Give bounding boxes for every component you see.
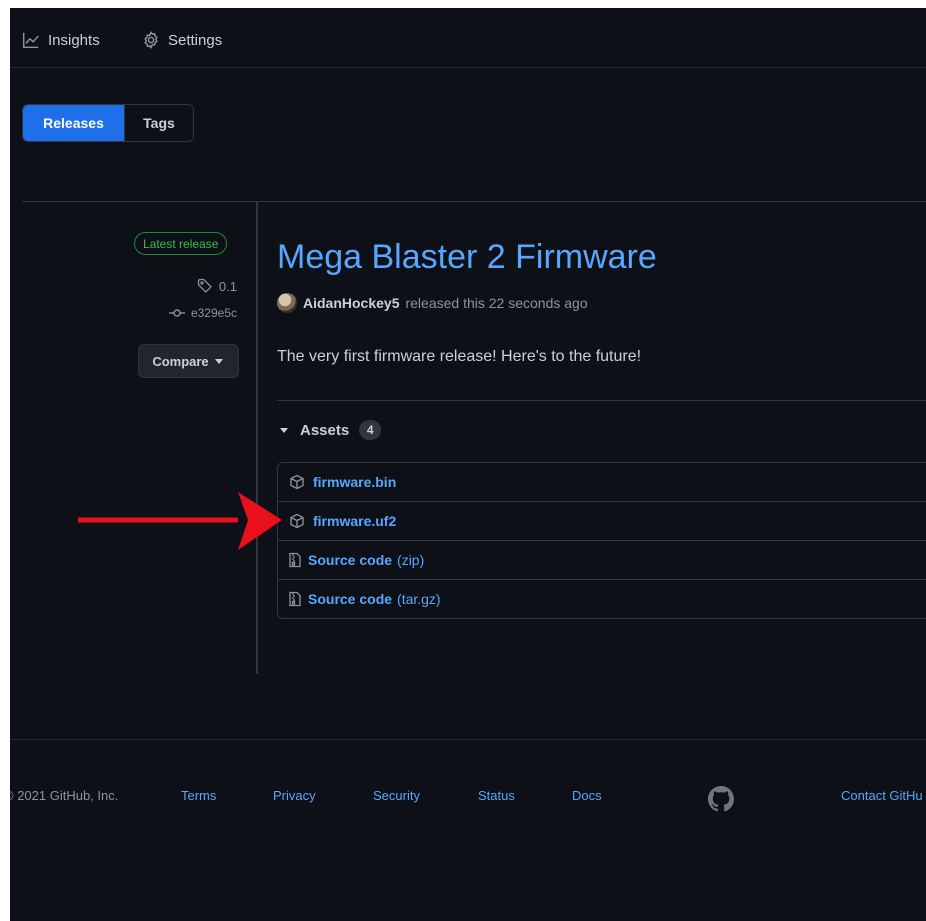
releases-tags-toggle: Releases Tags [22, 104, 194, 142]
asset-source-targz[interactable]: Source code (tar.gz) [278, 579, 926, 618]
commit-icon [168, 309, 185, 317]
footer-divider [10, 739, 926, 740]
latest-release-badge: Latest release [134, 232, 228, 255]
compare-button[interactable]: Compare [138, 344, 239, 378]
author-link[interactable]: AidanHockey5 [303, 295, 399, 311]
assets-list: firmware.bin firmware.uf2 Source code (z… [277, 462, 926, 619]
release-title[interactable]: Mega Blaster 2 Firmware [277, 238, 657, 277]
footer-copyright: © 2021 GitHub, Inc. [10, 788, 119, 803]
assets-count-badge: 4 [359, 420, 382, 440]
file-zip-icon [289, 591, 301, 607]
asset-suffix[interactable]: (zip) [397, 552, 424, 568]
release-description: The very first firmware release! Here's … [277, 348, 642, 365]
nav-settings-label: Settings [168, 31, 223, 49]
assets-label: Assets [300, 421, 350, 439]
assets-toggle[interactable]: Assets 4 [280, 420, 382, 440]
footer-contact-link[interactable]: Contact GitHu [841, 788, 923, 803]
compare-label: Compare [152, 353, 209, 369]
asset-source-zip[interactable]: Source code (zip) [278, 540, 926, 579]
graph-icon [22, 32, 39, 49]
asset-name[interactable]: firmware.uf2 [313, 513, 396, 529]
github-release-page: Insights Settings Releases Tags Latest r… [10, 8, 926, 921]
footer-status-link[interactable]: Status [478, 788, 515, 803]
nav-insights-label: Insights [48, 31, 100, 49]
asset-firmware-uf2[interactable]: firmware.uf2 [278, 501, 926, 540]
assets-divider [277, 400, 926, 401]
release-tag-label: 0.1 [218, 278, 237, 294]
asset-name[interactable]: firmware.bin [313, 474, 396, 490]
footer-docs-link[interactable]: Docs [572, 788, 602, 803]
avatar[interactable] [277, 293, 297, 313]
timeline-divider [256, 202, 258, 674]
footer-terms-link[interactable]: Terms [181, 788, 216, 803]
nav-settings[interactable]: Settings [142, 28, 222, 52]
tab-releases[interactable]: Releases [23, 105, 124, 141]
asset-name[interactable]: Source code [308, 591, 392, 607]
tab-tags[interactable]: Tags [124, 105, 193, 141]
github-logo-icon[interactable] [708, 786, 734, 812]
release-commit[interactable]: e329e5c [168, 306, 237, 320]
gear-icon [144, 31, 158, 49]
caret-down-icon [280, 427, 288, 433]
asset-suffix[interactable]: (tar.gz) [397, 591, 441, 607]
tag-icon [197, 278, 212, 293]
release-tag[interactable]: 0.1 [197, 278, 237, 294]
asset-firmware-bin[interactable]: firmware.bin [278, 463, 926, 501]
release-divider [22, 201, 926, 202]
asset-name[interactable]: Source code [308, 552, 392, 568]
released-text: released this 22 seconds ago [405, 295, 588, 311]
nav-insights[interactable]: Insights [22, 28, 100, 52]
footer-privacy-link[interactable]: Privacy [273, 788, 316, 803]
chevron-down-icon [214, 358, 223, 364]
release-byline: AidanHockey5 released this 22 seconds ag… [277, 292, 588, 314]
annotation-arrow-icon [78, 492, 282, 550]
nav-divider [10, 67, 926, 68]
release-commit-label: e329e5c [190, 306, 237, 320]
footer-security-link[interactable]: Security [373, 788, 420, 803]
